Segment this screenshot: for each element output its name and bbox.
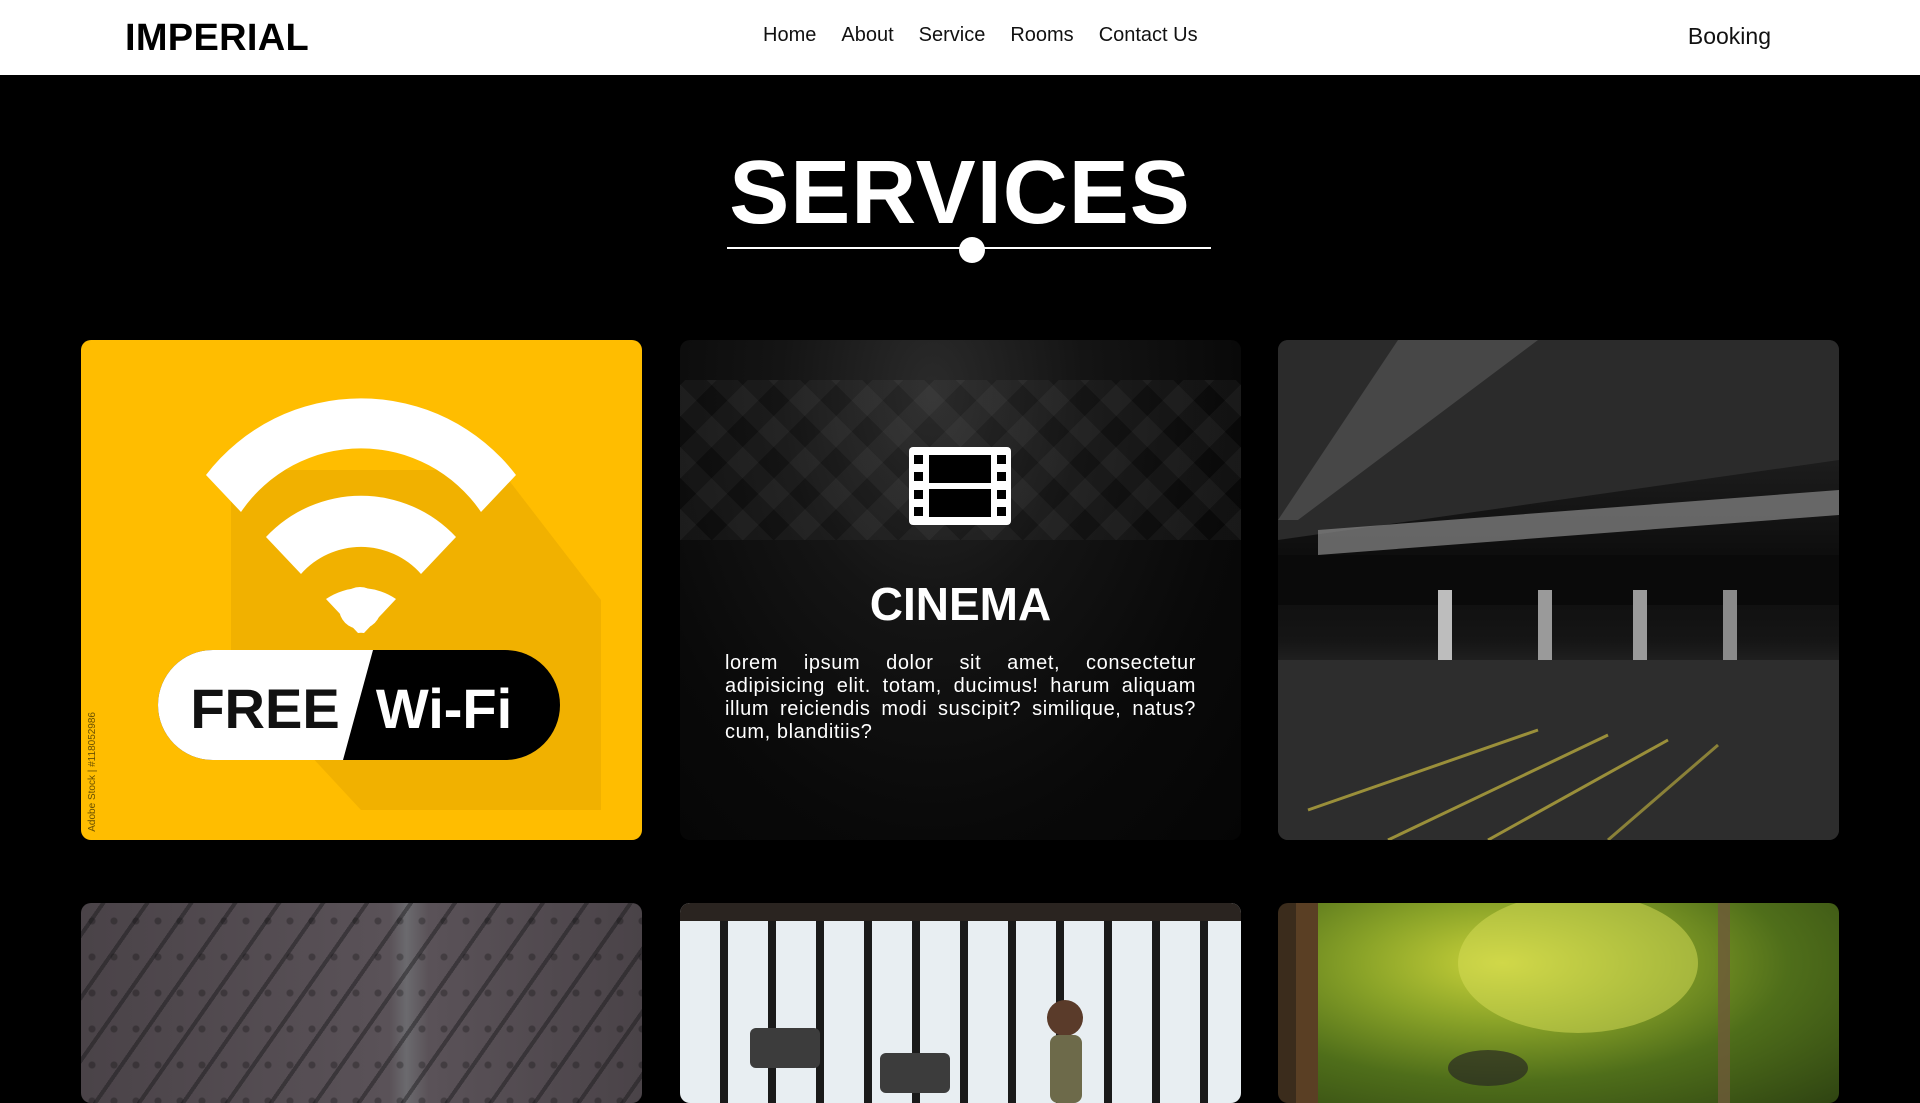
site-logo[interactable]: IMPERIAL: [125, 17, 309, 60]
wifi-label: Wi-Fi: [376, 677, 512, 740]
cinema-description: lorem ipsum dolor sit amet, consectetur …: [725, 652, 1196, 743]
free-label: FREE: [190, 677, 339, 740]
nav-contact-us[interactable]: Contact Us: [1099, 24, 1198, 47]
garden-path-image: [1296, 903, 1730, 1103]
service-card-parking[interactable]: [1278, 340, 1839, 840]
booking-link[interactable]: Booking: [1688, 23, 1771, 50]
nav-service[interactable]: Service: [919, 24, 986, 47]
service-card-wifi[interactable]: FREE Wi-Fi Adobe Stock | #118052986: [81, 340, 642, 840]
nav-about[interactable]: About: [841, 24, 893, 47]
top-navbar: IMPERIAL Home About Service Rooms Contac…: [0, 0, 1920, 75]
service-card-cctv[interactable]: [81, 903, 642, 1103]
film-icon: [909, 447, 1011, 525]
section-title: SERVICES: [729, 143, 1191, 243]
nav-home[interactable]: Home: [763, 24, 816, 47]
wifi-illustration: FREE Wi-Fi: [158, 398, 601, 810]
gym-treadmill-image: [750, 1000, 1083, 1103]
service-card-gym[interactable]: [680, 903, 1241, 1103]
wifi-dot: [339, 587, 381, 629]
main-nav: Home About Service Rooms Contact Us: [763, 24, 1223, 47]
title-underline-dot: [959, 237, 985, 263]
cinema-title: CINEMA: [869, 578, 1052, 630]
nav-rooms[interactable]: Rooms: [1010, 24, 1073, 47]
cctv-cameras-image: [81, 903, 642, 1103]
stock-caption: Adobe Stock | #118052986: [87, 712, 98, 832]
service-card-cinema[interactable]: CINEMA lorem ipsum dolor sit amet, conse…: [680, 340, 1241, 840]
service-card-garden[interactable]: [1278, 903, 1839, 1103]
parking-garage-image: [1278, 340, 1839, 840]
